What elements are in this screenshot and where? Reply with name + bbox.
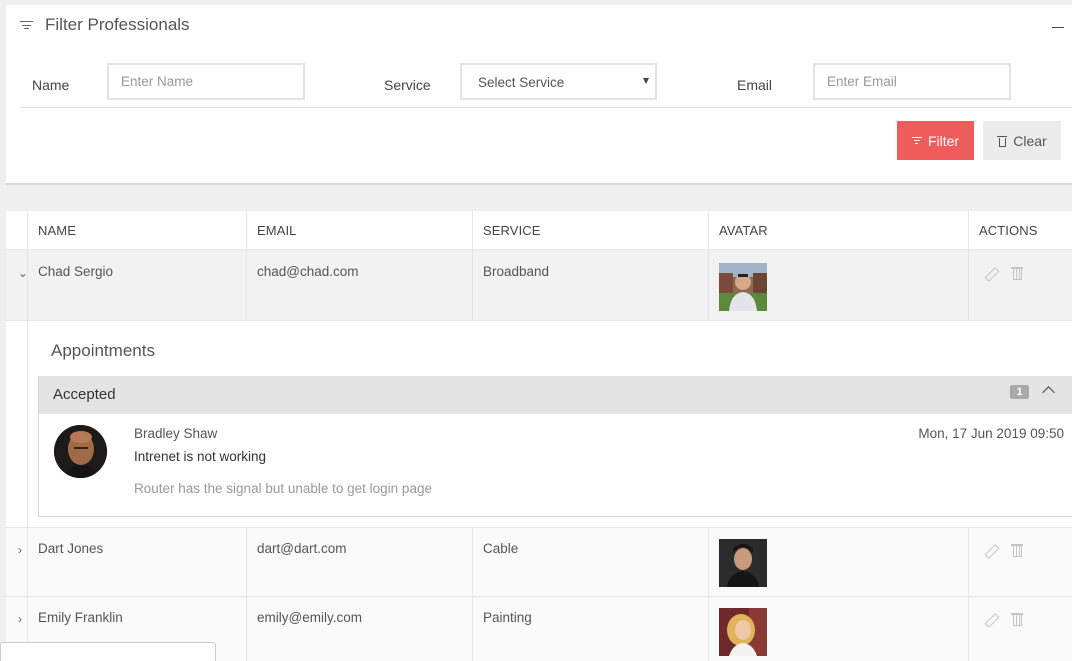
cell-name: Dart Jones <box>38 541 104 556</box>
trash-icon[interactable] <box>1011 543 1023 562</box>
avatar <box>719 539 767 587</box>
clear-button-label: Clear <box>1013 132 1047 149</box>
column-header-actions[interactable]: ACTIONS <box>979 223 1037 238</box>
table-row[interactable]: ⌄ Chad Sergio chad@chad.com Broadband <box>6 250 1072 321</box>
detail-left-border <box>27 321 28 528</box>
column-divider <box>27 211 28 250</box>
pencil-icon[interactable] <box>985 613 997 631</box>
service-label: Service <box>384 77 431 93</box>
column-divider <box>968 528 969 661</box>
column-header-avatar[interactable]: AVATAR <box>719 223 768 238</box>
cell-name: Emily Franklin <box>38 610 123 625</box>
column-divider <box>246 211 247 250</box>
accordion-header-accepted[interactable]: Accepted 1 <box>38 376 1072 414</box>
accordion-title: Accepted <box>53 386 116 403</box>
service-select[interactable]: Select Service <box>460 63 657 100</box>
count-badge: 1 <box>1010 385 1029 399</box>
professionals-grid: NAME EMAIL SERVICE AVATAR ACTIONS ⌄ Chad… <box>6 211 1072 661</box>
column-divider <box>708 211 709 250</box>
column-divider <box>246 528 247 661</box>
cell-service: Painting <box>483 610 532 625</box>
filter-button[interactable]: Filter <box>897 121 974 160</box>
email-input[interactable]: Enter Email <box>813 63 1011 100</box>
appointments-title: Appointments <box>51 341 155 360</box>
filter-panel-header: Filter Professionals <box>20 15 190 35</box>
column-divider <box>472 528 473 661</box>
cell-email: dart@dart.com <box>257 541 347 556</box>
name-label: Name <box>32 77 70 93</box>
message-sender: Bradley Shaw <box>134 426 218 441</box>
table-row[interactable]: › Dart Jones dart@dart.com Cable <box>6 528 1072 597</box>
filter-divider <box>20 107 1072 108</box>
chevron-right-icon[interactable]: › <box>18 612 22 626</box>
cell-email: chad@chad.com <box>257 264 359 279</box>
filter-icon <box>911 136 922 145</box>
message-body: Router has the signal but unable to get … <box>134 481 432 496</box>
column-header-name[interactable]: NAME <box>38 223 76 238</box>
trash-icon <box>997 135 1008 147</box>
filter-panel: Filter Professionals Name Enter Name Ser… <box>6 5 1072 185</box>
avatar <box>719 263 767 311</box>
message-subject: Intrenet is not working <box>134 449 267 464</box>
column-header-email[interactable]: EMAIL <box>257 223 297 238</box>
chevron-up-icon[interactable] <box>1042 386 1055 399</box>
clear-button[interactable]: Clear <box>983 121 1061 160</box>
column-divider <box>472 250 473 321</box>
name-input[interactable]: Enter Name <box>107 63 305 100</box>
column-divider <box>968 250 969 321</box>
trash-icon[interactable] <box>1011 612 1023 631</box>
column-divider <box>708 250 709 321</box>
column-divider <box>708 528 709 661</box>
cell-name: Chad Sergio <box>38 264 114 279</box>
cell-email: emily@emily.com <box>257 610 362 625</box>
avatar <box>54 425 107 478</box>
filter-panel-title: Filter Professionals <box>45 15 190 34</box>
column-divider <box>27 250 28 321</box>
grid-header: NAME EMAIL SERVICE AVATAR ACTIONS <box>6 211 1072 250</box>
dropdown-caret-icon <box>643 78 649 84</box>
pencil-icon[interactable] <box>985 267 997 285</box>
accordion-body: Bradley Shaw Intrenet is not working Rou… <box>38 414 1072 517</box>
trash-icon[interactable] <box>1011 266 1023 285</box>
minimize-icon[interactable] <box>1052 17 1064 29</box>
chevron-right-icon[interactable]: › <box>18 543 22 557</box>
email-label: Email <box>737 77 773 93</box>
cell-service: Cable <box>483 541 519 556</box>
service-select-value: Select Service <box>478 75 565 90</box>
cell-service: Broadband <box>483 264 550 279</box>
pencil-icon[interactable] <box>985 544 997 562</box>
row-detail: Appointments Accepted 1 Bradley Shaw Int… <box>6 321 1072 528</box>
bottom-popup <box>0 642 216 661</box>
avatar <box>719 608 767 656</box>
message-date: Mon, 17 Jun 2019 09:50 <box>918 426 1064 441</box>
column-divider <box>246 250 247 321</box>
filter-icon <box>20 20 33 30</box>
filter-button-label: Filter <box>927 132 960 149</box>
column-divider <box>968 211 969 250</box>
column-divider <box>472 211 473 250</box>
column-header-service[interactable]: SERVICE <box>483 223 541 238</box>
